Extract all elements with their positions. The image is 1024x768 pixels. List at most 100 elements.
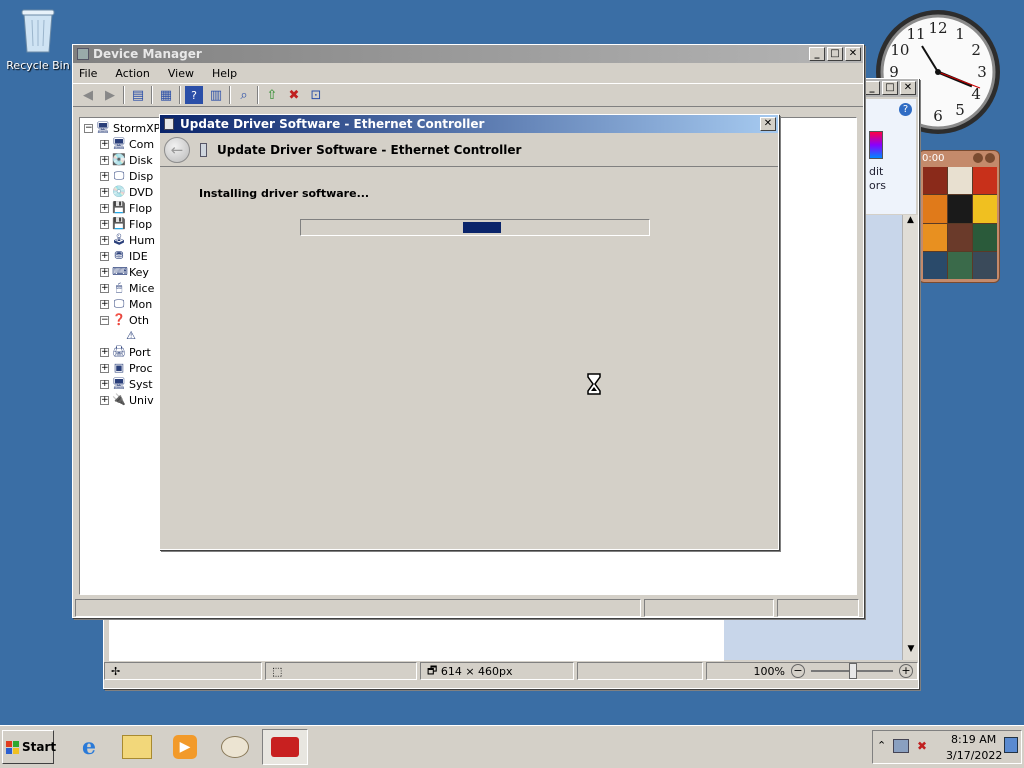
tree-item[interactable]: + 💾 Flop bbox=[100, 216, 152, 232]
volume-muted-icon[interactable]: ✖ bbox=[917, 739, 927, 753]
show-desktop-icon[interactable] bbox=[1004, 737, 1018, 753]
collapse-icon[interactable]: − bbox=[100, 315, 109, 325]
tree-root[interactable]: − 🖥 StormXP bbox=[84, 120, 160, 136]
image-size-icon: 🗗 bbox=[427, 663, 438, 677]
puzzle-board[interactable] bbox=[923, 167, 997, 279]
tree-item[interactable]: + 🖨 Port bbox=[100, 344, 151, 360]
expand-icon[interactable]: + bbox=[100, 267, 109, 277]
expand-icon[interactable]: + bbox=[100, 299, 109, 309]
recycle-bin-icon bbox=[21, 9, 55, 53]
paint-ribbon: ? dit ors bbox=[862, 99, 916, 214]
start-label: Start bbox=[22, 740, 57, 754]
clock-time[interactable]: 8:19 AM bbox=[951, 733, 996, 746]
clock-numeral: 6 bbox=[933, 107, 943, 125]
tree-item[interactable]: + 🖱 Mice bbox=[100, 280, 154, 296]
dialog-back-button[interactable]: ← bbox=[164, 136, 190, 163]
color-swatch[interactable] bbox=[869, 131, 883, 159]
device-manager-taskbar-button[interactable] bbox=[262, 729, 308, 765]
paint-close-button[interactable]: ✕ bbox=[900, 81, 916, 95]
show-hidden-icons-icon[interactable]: ⌃ bbox=[877, 739, 886, 752]
device-category-icon: 🖥 bbox=[112, 377, 126, 390]
expand-icon[interactable]: + bbox=[100, 283, 109, 293]
paint-icon[interactable] bbox=[212, 729, 258, 765]
menu-help[interactable]: Help bbox=[212, 67, 237, 80]
zoom-in-button[interactable]: + bbox=[899, 664, 913, 678]
device-category-icon: ❓ bbox=[112, 313, 126, 326]
zoom-slider[interactable] bbox=[811, 663, 893, 679]
disable-device-icon[interactable]: ⊡ bbox=[307, 86, 325, 104]
expand-icon[interactable]: + bbox=[100, 203, 109, 213]
tree-item[interactable]: + 🖥 Syst bbox=[100, 376, 153, 392]
dialog-title: Update Driver Software - Ethernet Contro… bbox=[180, 117, 485, 131]
properties-icon[interactable]: ▦ bbox=[157, 86, 175, 104]
expand-icon[interactable]: + bbox=[100, 379, 109, 389]
recycle-bin-shortcut[interactable]: Recycle Bin bbox=[6, 6, 70, 72]
maximize-button[interactable]: □ bbox=[827, 47, 843, 61]
scan-hardware-icon[interactable]: ⌕ bbox=[235, 86, 253, 104]
picture-puzzle-gadget[interactable]: 0:00 bbox=[918, 150, 1000, 283]
tree-item[interactable]: + ⌨ Key bbox=[100, 264, 149, 280]
show-hide-tree-icon[interactable]: ▤ bbox=[129, 86, 147, 104]
tree-item[interactable]: + 🔌 Univ bbox=[100, 392, 154, 408]
expand-icon[interactable]: + bbox=[100, 171, 109, 181]
media-player-icon[interactable]: ▶ bbox=[162, 729, 208, 765]
tree-item[interactable]: + ⛃ IDE bbox=[100, 248, 148, 264]
help-book-icon[interactable]: ? bbox=[185, 86, 203, 104]
system-tray: ⌃ ✖ 8:19 AM 3/17/2022 bbox=[872, 730, 1022, 764]
windows-logo-icon bbox=[6, 740, 19, 754]
collapse-icon[interactable]: − bbox=[84, 123, 93, 133]
expand-icon[interactable]: + bbox=[100, 395, 109, 405]
back-arrow-icon[interactable]: ◀ bbox=[79, 86, 97, 104]
tree-item-label: Oth bbox=[129, 313, 149, 327]
expand-icon[interactable]: + bbox=[100, 155, 109, 165]
tree-item[interactable]: + 💽 Disk bbox=[100, 152, 153, 168]
update-driver-dialog[interactable]: Update Driver Software - Ethernet Contro… bbox=[159, 114, 779, 550]
expand-icon[interactable]: + bbox=[100, 235, 109, 245]
tree-item[interactable]: + 🖥 Com bbox=[100, 136, 154, 152]
menu-view[interactable]: View bbox=[168, 67, 194, 80]
menu-action[interactable]: Action bbox=[115, 67, 149, 80]
tree-item-label: Proc bbox=[129, 361, 153, 375]
puzzle-shuffle-icon[interactable] bbox=[985, 153, 995, 163]
zoom-out-button[interactable]: − bbox=[791, 664, 805, 678]
tree-item[interactable]: + 🖵 Disp bbox=[100, 168, 153, 184]
paint-minimize-button[interactable]: _ bbox=[864, 81, 880, 95]
start-button[interactable]: Start bbox=[2, 730, 57, 764]
menu-file[interactable]: File bbox=[79, 67, 97, 80]
expand-icon[interactable]: + bbox=[100, 347, 109, 357]
expand-icon[interactable]: + bbox=[100, 139, 109, 149]
expand-icon[interactable]: + bbox=[100, 251, 109, 261]
forward-arrow-icon[interactable]: ▶ bbox=[101, 86, 119, 104]
paint-vertical-scrollbar[interactable]: ▲ ▼ bbox=[902, 215, 918, 660]
tree-item-label: Key bbox=[129, 265, 149, 279]
help-icon[interactable]: ? bbox=[899, 103, 912, 116]
tree-item[interactable]: + 🕹 Hum bbox=[100, 232, 155, 248]
file-explorer-icon[interactable] bbox=[114, 729, 160, 765]
tree-item-unknown-device[interactable]: ⚠ bbox=[124, 328, 141, 344]
minimize-button[interactable]: _ bbox=[809, 47, 825, 61]
tree-item[interactable]: + 🖵 Mon bbox=[100, 296, 152, 312]
tree-item[interactable]: + ▣ Proc bbox=[100, 360, 153, 376]
clock-numeral: 10 bbox=[890, 41, 909, 59]
expand-icon[interactable]: + bbox=[100, 187, 109, 197]
expand-icon[interactable]: + bbox=[100, 363, 109, 373]
uninstall-icon[interactable]: ✖ bbox=[285, 86, 303, 104]
expand-icon[interactable]: + bbox=[100, 219, 109, 229]
update-driver-icon[interactable]: ⇧ bbox=[263, 86, 281, 104]
internet-explorer-icon[interactable]: e bbox=[66, 729, 112, 765]
dialog-close-button[interactable]: ✕ bbox=[760, 117, 776, 131]
dialog-status-text: Installing driver software... bbox=[199, 187, 370, 200]
tree-item-label: Disk bbox=[129, 153, 153, 167]
action-pane-icon[interactable]: ▥ bbox=[207, 86, 225, 104]
close-button[interactable]: ✕ bbox=[845, 47, 861, 61]
paint-maximize-button[interactable]: □ bbox=[882, 81, 898, 95]
tree-item-label: Flop bbox=[129, 201, 153, 215]
tree-item[interactable]: − ❓ Oth bbox=[100, 312, 149, 328]
puzzle-hint-icon[interactable] bbox=[973, 153, 983, 163]
tree-item[interactable]: + 💿 DVD bbox=[100, 184, 153, 200]
clock-date[interactable]: 3/17/2022 bbox=[946, 749, 1002, 762]
device-category-icon: 🖵 bbox=[113, 297, 125, 310]
tree-item[interactable]: + 💾 Flop bbox=[100, 200, 152, 216]
network-icon[interactable] bbox=[893, 739, 909, 753]
taskbar: Start e ▶ ⌃ ✖ 8:19 AM 3/17/2022 bbox=[0, 725, 1024, 768]
